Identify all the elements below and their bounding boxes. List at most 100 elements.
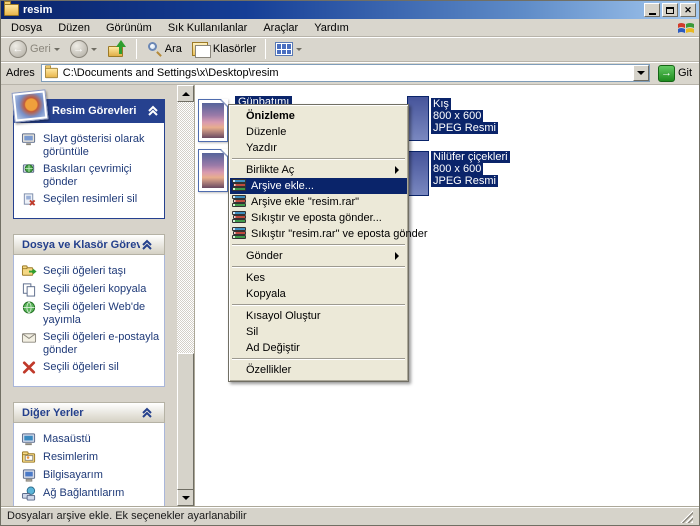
ctx-item-cut[interactable]: Kes [230, 270, 407, 286]
toolbar: ← Geri → Ara Klasörler [1, 37, 699, 62]
my-computer-icon [21, 468, 37, 483]
sidebar-item-move[interactable]: Seçili öğeleri taşı [21, 265, 160, 279]
address-bar: Adres C:\Documents and Settings\x\Deskto… [1, 62, 699, 85]
slideshow-icon [21, 132, 37, 147]
sidebar-item-email[interactable]: Seçili öğeleri e-postayla gönder [21, 331, 160, 357]
ctx-item-add-to-archive[interactable]: Arşive ekle... [230, 178, 407, 194]
ctx-item-add-to-resim-rar[interactable]: Arşive ekle "resim.rar" [230, 194, 407, 210]
close-button[interactable]: ✕ [680, 3, 696, 17]
sidebar-item-delete[interactable]: Seçili öğeleri sil [21, 361, 160, 375]
forward-dropdown-icon[interactable] [91, 48, 97, 51]
ctx-item-properties[interactable]: Özellikler [230, 362, 407, 378]
collapse-chevron-icon[interactable] [146, 105, 160, 117]
sidebar-item-delete-pictures[interactable]: Seçilen resimleri sil [21, 193, 160, 207]
publish-web-icon [21, 300, 37, 315]
ctx-item-delete[interactable]: Sil [230, 324, 407, 340]
ctx-item-open-with[interactable]: Birlikte Aç [230, 162, 407, 178]
sidebar-item-slideshow[interactable]: Slayt gösterisi olarak görüntüle [21, 133, 160, 159]
address-input[interactable]: C:\Documents and Settings\x\Desktop\resi… [41, 64, 650, 82]
sidebar-item-network[interactable]: Ağ Bağlantılarım [21, 487, 160, 501]
file-thumbnail-2[interactable] [198, 149, 228, 192]
go-button[interactable]: → Git [654, 65, 696, 82]
folders-label: Klasörler [213, 43, 256, 55]
address-dropdown-button[interactable] [633, 65, 649, 81]
menu-separator [232, 244, 405, 246]
back-icon: ← [9, 40, 27, 58]
other-places-header[interactable]: Diğer Yerler [13, 402, 165, 423]
sidebar-scrollbar[interactable] [177, 85, 194, 506]
menu-file[interactable]: Dosya [3, 20, 50, 36]
forward-button[interactable]: → [66, 38, 101, 60]
file-thumbnail-kis[interactable] [407, 96, 429, 141]
sidebar-item-label: Resimlerim [43, 451, 98, 464]
sidebar-item-publish-web[interactable]: Seçili öğeleri Web'de yayımla [21, 301, 160, 327]
ctx-item-compress-rar-email[interactable]: Sıkıştır "resim.rar" ve eposta gönder [230, 226, 407, 242]
file-thumbnail-gunbatimi[interactable] [198, 99, 228, 142]
collapse-chevron-icon[interactable] [140, 407, 154, 419]
menu-edit[interactable]: Düzen [50, 20, 98, 36]
views-dropdown-icon[interactable] [296, 48, 302, 51]
ctx-item-create-shortcut[interactable]: Kısayol Oluştur [230, 308, 407, 324]
scroll-down-button[interactable] [177, 489, 194, 506]
sidebar-item-order-prints[interactable]: Baskıları çevrimiçi gönder [21, 163, 160, 189]
print-online-icon [21, 162, 37, 177]
file-thumbnail-nilufer[interactable] [407, 151, 429, 196]
ctx-item-copy[interactable]: Kopyala [230, 286, 407, 302]
panel-title: Resim Görevleri [52, 105, 146, 117]
ctx-item-send-to[interactable]: Gönder [230, 248, 407, 264]
ctx-item-print[interactable]: Yazdır [230, 140, 407, 156]
menu-tools[interactable]: Araçlar [255, 20, 306, 36]
winrar-icon [232, 227, 247, 241]
go-icon: → [658, 65, 675, 82]
search-icon [146, 41, 162, 57]
menu-favorites[interactable]: Sık Kullanılanlar [160, 20, 256, 36]
picture-tasks-icon [12, 89, 49, 122]
sidebar-item-copy[interactable]: Seçili öğeleri kopyala [21, 283, 160, 297]
ctx-item-edit[interactable]: Düzenle [230, 124, 407, 140]
task-pane-sidebar: Resim Görevleri Slayt gösterisi olarak g [1, 85, 177, 506]
menu-separator [232, 358, 405, 360]
scroll-up-button[interactable] [177, 85, 194, 102]
resize-grip[interactable] [680, 510, 693, 523]
file-type: JPEG Resmi [431, 122, 498, 134]
sidebar-item-label: Seçili öğeleri Web'de yayımla [43, 301, 160, 327]
file-folder-tasks-header[interactable]: Dosya ve Klasör Görevleri [13, 234, 165, 255]
back-button[interactable]: ← Geri [5, 38, 64, 60]
my-pictures-icon [21, 450, 37, 465]
window-folder-icon [4, 4, 19, 16]
back-dropdown-icon[interactable] [54, 48, 60, 51]
desktop-icon [21, 432, 37, 447]
scrollbar-thumb[interactable] [177, 353, 194, 490]
sidebar-item-label: Bilgisayarım [43, 469, 103, 482]
ctx-item-compress-email[interactable]: Sıkıştır ve eposta gönder... [230, 210, 407, 226]
folders-button[interactable]: Klasörler [188, 38, 260, 60]
sidebar-item-label: Baskıları çevrimiçi gönder [43, 163, 160, 189]
search-button[interactable]: Ara [142, 38, 186, 60]
scrollbar-track[interactable] [177, 102, 194, 489]
sidebar-item-label: Seçili öğeleri e-postayla gönder [43, 331, 160, 357]
sidebar-item-my-pictures[interactable]: Resimlerim [21, 451, 160, 465]
menu-bar: Dosya Düzen Görünüm Sık Kullanılanlar Ar… [1, 19, 699, 37]
file-tile-nilufer[interactable]: Nilüfer çiçekleri 800 x 600 JPEG Resmi [431, 151, 510, 187]
sidebar-item-desktop[interactable]: Masaüstü [21, 433, 160, 447]
toolbar-separator [265, 39, 266, 59]
views-button[interactable] [271, 38, 306, 60]
title-bar[interactable]: resim ✕ [1, 1, 699, 19]
submenu-arrow-icon [395, 252, 399, 260]
delete-pictures-icon [21, 192, 37, 207]
menu-help[interactable]: Yardım [306, 20, 357, 36]
file-list-area[interactable]: Günbatımı Kış 800 x 600 JPEG Resmi Nilüf… [194, 85, 699, 506]
sidebar-item-my-computer[interactable]: Bilgisayarım [21, 469, 160, 483]
file-name[interactable]: Kış [431, 98, 451, 110]
ctx-item-preview[interactable]: Önizleme [230, 108, 407, 124]
file-tile-kis[interactable]: Kış 800 x 600 JPEG Resmi [431, 98, 498, 134]
maximize-button[interactable] [662, 3, 678, 17]
up-button[interactable] [103, 38, 131, 60]
ctx-item-rename[interactable]: Ad Değiştir [230, 340, 407, 356]
minimize-button[interactable] [644, 3, 660, 17]
menu-separator [232, 304, 405, 306]
menu-view[interactable]: Görünüm [98, 20, 160, 36]
file-name[interactable]: Nilüfer çiçekleri [431, 151, 510, 163]
collapse-chevron-icon[interactable] [140, 239, 154, 251]
context-menu: Önizleme Düzenle Yazdır Birlikte Aç Arşi… [228, 104, 409, 382]
